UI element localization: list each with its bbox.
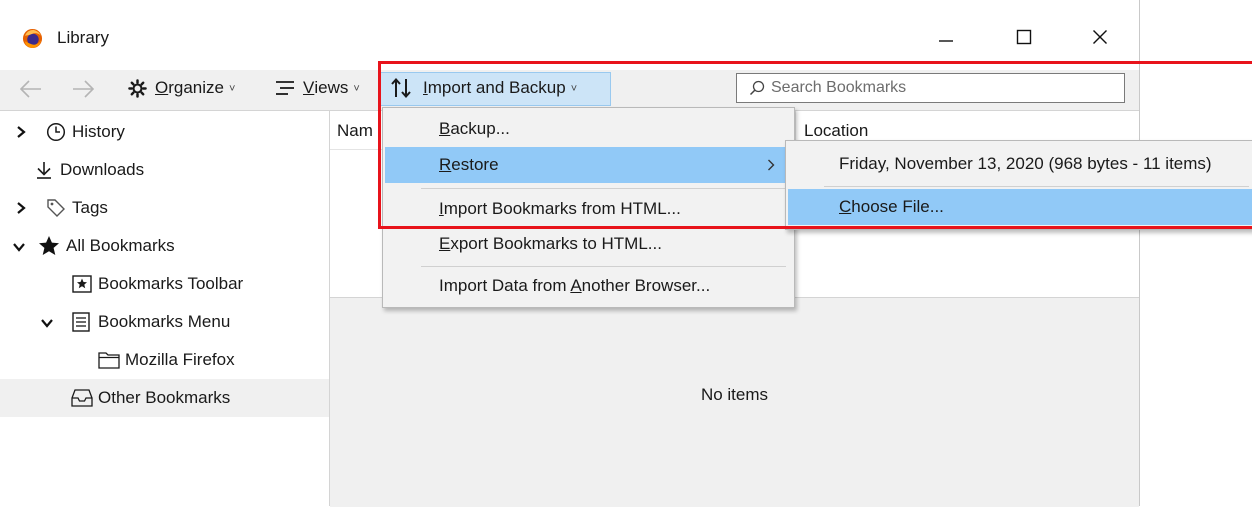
menu-separator [421, 188, 786, 189]
minimize-button[interactable] [914, 14, 978, 60]
bookmark-toolbar-icon [72, 275, 92, 293]
empty-state-text: No items [700, 385, 769, 404]
clock-icon [46, 122, 66, 142]
window-title: Library [57, 28, 109, 47]
views-button[interactable]: Views ˅ [275, 70, 360, 106]
sidebar-item-history[interactable]: History [0, 113, 329, 151]
sidebar-item-other-bookmarks[interactable]: Other Bookmarks [0, 379, 329, 417]
inbox-icon [71, 389, 93, 407]
sidebar-tree: History Downloads Tags All Bookmarks Boo… [0, 111, 330, 506]
menu-item-backup-friday-nov-13-2020[interactable]: Friday, November 13, 2020 (968 bytes - 1… [788, 146, 1252, 182]
import-export-arrows-icon [391, 77, 411, 99]
sidebar-item-bookmarks-menu[interactable]: Bookmarks Menu [0, 303, 329, 341]
views-label-post: iews [314, 78, 349, 97]
details-pane: No items [330, 297, 1139, 507]
tag-icon [47, 199, 65, 217]
organize-label-accel: O [155, 78, 169, 97]
bookmark-menu-icon [72, 312, 90, 332]
sidebar-item-label: Tags [72, 198, 108, 217]
maximize-icon [1016, 29, 1032, 45]
organize-label-post: rganize [168, 78, 224, 97]
column-location-header[interactable]: Location [804, 121, 868, 141]
chevron-right-icon[interactable] [14, 201, 28, 215]
menu-item-import-bookmarks-html[interactable]: Import Bookmarks from HTML... [385, 191, 792, 227]
menu-separator [421, 266, 786, 267]
menu-item-export-bookmarks-html[interactable]: Export Bookmarks to HTML... [385, 226, 792, 262]
views-list-icon [276, 81, 294, 95]
sidebar-item-all-bookmarks[interactable]: All Bookmarks [0, 227, 329, 265]
sidebar-item-label: Bookmarks Toolbar [98, 274, 244, 293]
sidebar-item-mozilla-firefox[interactable]: Mozilla Firefox [0, 341, 329, 379]
chevron-down-icon: ˅ [353, 83, 360, 95]
sidebar-item-label: All Bookmarks [66, 236, 175, 255]
chevron-down-icon[interactable] [40, 316, 54, 330]
menu-item-import-from-browser[interactable]: Import Data from Another Browser... [385, 268, 792, 304]
maximize-button[interactable] [992, 14, 1056, 60]
menu-separator [824, 186, 1249, 187]
views-label-accel: V [303, 78, 315, 97]
chevron-down-icon: ˅ [570, 83, 578, 95]
menu-item-choose-file[interactable]: Choose File... [788, 189, 1252, 225]
download-icon [37, 162, 51, 179]
sidebar-item-label: Downloads [60, 160, 145, 179]
sidebar-item-label: Mozilla Firefox [125, 350, 235, 369]
chevron-down-icon: ˅ [229, 83, 236, 95]
title-bar: Library [0, 0, 1139, 70]
chevron-right-icon[interactable] [14, 125, 28, 139]
sidebar-item-bookmarks-toolbar[interactable]: Bookmarks Toolbar [0, 265, 329, 303]
sidebar-item-label: Bookmarks Menu [98, 312, 231, 331]
submenu-arrow-icon [768, 159, 775, 171]
back-arrow-icon[interactable] [18, 77, 44, 101]
import-backup-menu: Backup... Restore Import Bookmarks from … [382, 107, 795, 308]
firefox-icon [22, 28, 43, 49]
sidebar-item-label: Other Bookmarks [98, 388, 231, 407]
column-name-header[interactable]: Nam [337, 121, 373, 141]
close-button[interactable] [1068, 14, 1132, 60]
forward-arrow-icon[interactable] [70, 77, 96, 101]
restore-submenu: Friday, November 13, 2020 (968 bytes - 1… [785, 140, 1252, 230]
organize-button[interactable]: Organize ˅ [128, 70, 235, 106]
chevron-down-icon[interactable] [12, 240, 26, 254]
import-label-post: mport and Backup [427, 78, 566, 97]
search-box[interactable] [736, 73, 1125, 103]
search-icon [749, 80, 765, 96]
sidebar-item-downloads[interactable]: Downloads [0, 151, 329, 189]
minimize-icon [939, 40, 953, 42]
menu-item-restore[interactable]: Restore [385, 147, 792, 183]
sidebar-item-tags[interactable]: Tags [0, 189, 329, 227]
close-icon [1093, 30, 1107, 44]
star-icon [39, 236, 59, 255]
gear-icon [128, 78, 147, 98]
toolbar: Organize ˅ Views ˅ Import and Backup ˅ [0, 70, 1139, 111]
menu-item-backup[interactable]: Backup... [385, 111, 792, 147]
search-input[interactable] [771, 79, 1111, 97]
sidebar-item-label: History [72, 122, 125, 141]
import-and-backup-label[interactable]: Import and Backup ˅ [390, 70, 577, 106]
folder-icon [98, 352, 120, 369]
